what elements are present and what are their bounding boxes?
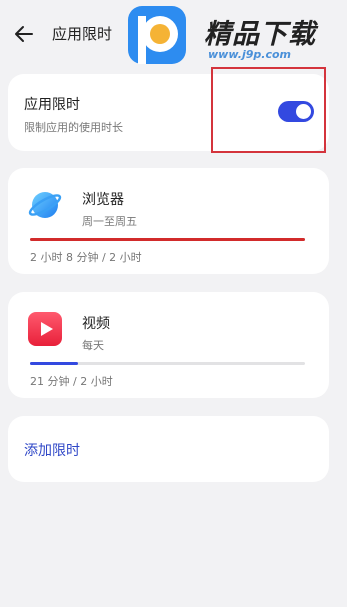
app-name: 浏览器 [82, 192, 124, 208]
watermark-url: www.j9p.com [208, 48, 291, 61]
page-title: 应用限时 [52, 25, 113, 43]
p-logo-icon [128, 6, 186, 64]
add-limit-card: 添加限时 [8, 416, 329, 482]
usage-text: 21 分钟 / 2 小时 [30, 375, 113, 388]
setting-title: 应用限时 [24, 97, 80, 113]
video-icon [28, 312, 62, 346]
add-limit-button[interactable]: 添加限时 [24, 440, 80, 460]
usage-progress-track [30, 238, 305, 241]
watermark-logo: 精品下载 www.j9p.com [122, 4, 344, 70]
app-name: 视频 [82, 316, 110, 332]
setting-subtitle: 限制应用的使用时长 [24, 121, 123, 134]
arrow-left-icon [15, 26, 33, 42]
watermark-text: 精品下载 [204, 19, 316, 50]
app-limit-item-browser[interactable]: 浏览器 周一至周五 2 小时 8 分钟 / 2 小时 [8, 168, 329, 274]
browser-icon [28, 188, 62, 222]
usage-progress-fill [30, 238, 305, 241]
app-schedule: 每天 [82, 339, 104, 352]
usage-text: 2 小时 8 分钟 / 2 小时 [30, 251, 142, 264]
usage-progress-fill [30, 362, 79, 365]
app-schedule: 周一至周五 [82, 215, 137, 228]
app-limit-item-video[interactable]: 视频 每天 21 分钟 / 2 小时 [8, 292, 329, 398]
back-button[interactable] [12, 22, 36, 46]
usage-progress-track [30, 362, 305, 365]
highlight-box [211, 67, 326, 153]
